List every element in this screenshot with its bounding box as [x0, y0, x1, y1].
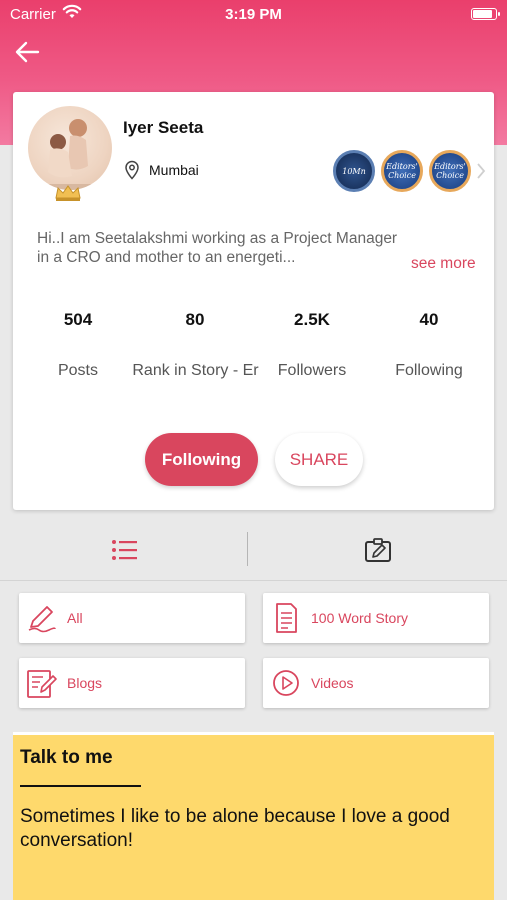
editors-choice-badge-icon[interactable]: Editors' Choice: [381, 150, 423, 192]
chevron-right-icon[interactable]: [475, 161, 487, 181]
talk-title: Talk to me: [20, 747, 113, 768]
crown-icon: [55, 185, 81, 201]
stat-rank-label: Rank in Story - Er: [132, 362, 259, 379]
filter-100-word-story-label: 100 Word Story: [311, 610, 409, 626]
stat-posts-label: Posts: [57, 362, 98, 379]
stat-followers-label: Followers: [277, 362, 347, 379]
stat-rank-value[interactable]: 80: [130, 310, 260, 330]
ten-million-badge-icon[interactable]: 10Mn: [333, 150, 375, 192]
tabs-divider: [0, 580, 507, 581]
location-text: Mumbai: [149, 162, 199, 178]
talk-underline: [20, 785, 141, 787]
play-circle-icon: [273, 670, 299, 696]
filter-videos[interactable]: Videos: [263, 658, 489, 708]
content-tabs: [0, 522, 507, 578]
share-button[interactable]: SHARE: [275, 433, 363, 486]
clipboard-edit-icon[interactable]: [362, 536, 394, 564]
stat-followers-value[interactable]: 2.5K: [247, 310, 377, 330]
tab-divider: [247, 532, 248, 566]
avatar-photo: [28, 119, 112, 190]
editors-choice-badge-icon[interactable]: Editors' Choice: [429, 150, 471, 192]
see-more-link[interactable]: see more: [411, 255, 476, 273]
battery-icon: [471, 8, 500, 20]
profile-card: Iyer Seeta Mumbai 10Mn Editors' Choice E…: [13, 92, 494, 510]
list-view-icon[interactable]: [108, 536, 142, 564]
filter-videos-label: Videos: [311, 675, 354, 691]
following-button[interactable]: Following: [145, 433, 258, 486]
document-lines-icon: [276, 603, 297, 633]
avatar[interactable]: [28, 106, 112, 190]
location: Mumbai: [123, 160, 199, 180]
profile-name: Iyer Seeta: [123, 118, 204, 137]
status-bar: Carrier 3:19 PM: [0, 0, 507, 30]
filter-blogs-label: Blogs: [67, 675, 103, 691]
stat-posts-value[interactable]: 504: [13, 310, 143, 330]
talk-to-me-card: Talk to me Sometimes I like to be alone …: [13, 732, 494, 900]
talk-text: Sometimes I like to be alone because I l…: [20, 806, 450, 851]
pencil-scribble-icon: [28, 606, 56, 633]
blog-edit-icon: [27, 670, 57, 698]
filter-100-word-story[interactable]: 100 Word Story: [263, 593, 489, 643]
clock: 3:19 PM: [225, 6, 282, 23]
location-pin-icon: [125, 160, 139, 180]
back-arrow-icon[interactable]: [12, 36, 44, 68]
stat-following-label: Following: [395, 362, 463, 379]
stat-following-value[interactable]: 40: [364, 310, 494, 330]
filter-all-label: All: [67, 610, 83, 626]
filter-all[interactable]: All: [19, 593, 245, 643]
filter-blogs[interactable]: Blogs: [19, 658, 245, 708]
badges-row: 10Mn Editors' Choice Editors' Choice: [333, 150, 487, 192]
bio-text: Hi..I am Seetalakshmi working as a Proje…: [37, 230, 398, 266]
